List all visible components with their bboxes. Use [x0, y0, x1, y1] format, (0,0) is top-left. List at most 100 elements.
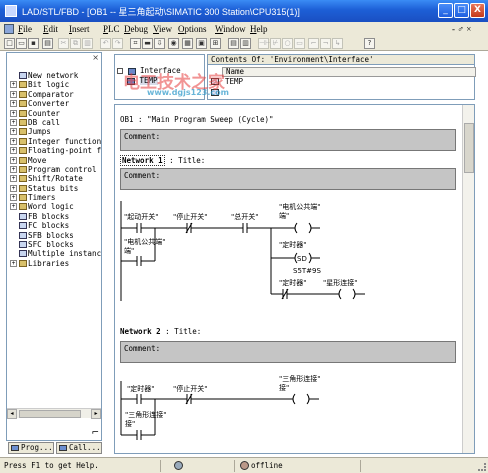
tree-item[interactable]: + Timers: [9, 193, 101, 202]
zoom-icon[interactable]: ⊞: [210, 38, 221, 49]
tree-item[interactable]: + Integer function: [9, 137, 101, 146]
tree-item[interactable]: + Libraries: [9, 259, 101, 268]
overview-icon[interactable]: ▦: [182, 38, 193, 49]
monitor-icon[interactable]: ◉: [168, 38, 179, 49]
undo-icon[interactable]: ↶: [100, 38, 111, 49]
coil-icon[interactable]: ○: [282, 38, 293, 49]
expand-icon[interactable]: +: [10, 194, 17, 202]
menu-window[interactable]: Window: [215, 24, 246, 34]
expand-icon[interactable]: +: [10, 156, 17, 164]
minimize-button[interactable]: _: [438, 3, 453, 18]
mdi-controls[interactable]: - ♂ ×: [452, 24, 471, 34]
pane-close-icon[interactable]: ×: [92, 53, 99, 62]
contact-delta-connection[interactable]: [136, 430, 142, 440]
save-icon[interactable]: ▪: [28, 38, 39, 49]
tree-item[interactable]: + Word logic: [9, 202, 101, 211]
expand-icon[interactable]: +: [10, 81, 17, 89]
contact-main-switch[interactable]: [242, 223, 248, 233]
tree-item[interactable]: + Shift/Rotate: [9, 174, 101, 183]
resize-grip[interactable]: [478, 463, 486, 471]
horizontal-scrollbar[interactable]: ◂ ▸: [7, 408, 101, 419]
tab-program-elements[interactable]: Prog...: [8, 442, 54, 454]
close-button[interactable]: X: [470, 3, 485, 18]
contact-no-icon[interactable]: ⊣⊢: [258, 38, 271, 49]
tree-item[interactable]: + Floating-point fc: [9, 146, 101, 155]
expand-icon[interactable]: +: [10, 259, 17, 267]
coil-delta-connection[interactable]: [292, 393, 310, 405]
scroll-thumb[interactable]: [464, 123, 474, 173]
open-icon[interactable]: ▭: [16, 38, 27, 49]
cut-icon[interactable]: ✂: [58, 38, 69, 49]
branch-close-icon[interactable]: ¬: [320, 38, 331, 49]
tree-item[interactable]: + Program control: [9, 165, 101, 174]
scroll-right-icon[interactable]: ▸: [91, 409, 101, 419]
menu-help[interactable]: Help: [250, 24, 268, 34]
expand-icon[interactable]: +: [10, 128, 17, 136]
print-icon[interactable]: ▤: [42, 38, 53, 49]
menu-options[interactable]: Options: [178, 24, 207, 34]
tab-call-structure[interactable]: Call...: [56, 442, 102, 454]
tree-item[interactable]: + Move: [9, 156, 101, 165]
tree-item[interactable]: FC blocks: [9, 221, 101, 230]
tree-item[interactable]: + Bit logic: [9, 80, 101, 89]
menu-file[interactable]: File: [18, 24, 32, 34]
contact-start-switch[interactable]: [136, 223, 142, 233]
block-view-icon[interactable]: ▥: [240, 38, 251, 49]
document-icon[interactable]: [4, 24, 14, 34]
context-help-icon[interactable]: ?: [364, 38, 375, 49]
maximize-button[interactable]: □: [454, 3, 469, 18]
tree-item[interactable]: SFB blocks: [9, 231, 101, 240]
expand-icon[interactable]: +: [10, 100, 17, 108]
copy-icon[interactable]: ⧉: [70, 38, 81, 49]
tree-item[interactable]: FB blocks: [9, 212, 101, 221]
menu-debug[interactable]: Debug: [124, 24, 148, 34]
table-row[interactable]: TEMP: [222, 77, 322, 87]
tree-item[interactable]: + Comparator: [9, 90, 101, 99]
vertical-scrollbar[interactable]: [462, 105, 474, 453]
tree-item[interactable]: SFC blocks: [9, 240, 101, 249]
coil-star-connection[interactable]: [338, 288, 356, 300]
column-header-name[interactable]: Name: [222, 67, 476, 77]
menu-insert[interactable]: Insert: [69, 24, 90, 34]
contact-motor-common[interactable]: [136, 256, 142, 266]
expand-icon[interactable]: +: [10, 184, 17, 192]
details-icon[interactable]: ▣: [196, 38, 207, 49]
tree-item[interactable]: + Counter: [9, 109, 101, 118]
coil-timer-sd[interactable]: SD: [294, 252, 312, 264]
tree-item[interactable]: + Converter: [9, 99, 101, 108]
app-icon[interactable]: [5, 5, 17, 17]
box-icon[interactable]: ▭: [294, 38, 305, 49]
tree-item[interactable]: + Status bits: [9, 184, 101, 193]
menu-edit[interactable]: Edit: [43, 24, 58, 34]
branch-open-icon[interactable]: ⌐: [308, 38, 319, 49]
tree-item[interactable]: New network: [9, 71, 101, 80]
ladder-editor[interactable]: OB1 : "Main Program Sweep (Cycle)" Comme…: [114, 104, 475, 454]
menu-plc[interactable]: PLC: [103, 24, 120, 34]
paste-icon[interactable]: ▥: [82, 38, 93, 49]
expand-icon[interactable]: +: [10, 137, 17, 145]
menu-view[interactable]: View: [153, 24, 172, 34]
tree-item[interactable]: + DB call: [9, 118, 101, 127]
redo-icon[interactable]: ↷: [112, 38, 123, 49]
tree-item[interactable]: Multiple instance: [9, 249, 101, 258]
contact-timer[interactable]: [136, 394, 142, 404]
expand-icon[interactable]: +: [10, 90, 17, 98]
tree-item[interactable]: + Jumps: [9, 127, 101, 136]
expand-icon[interactable]: +: [10, 109, 17, 117]
expand-icon[interactable]: +: [10, 118, 17, 126]
coil-motor-common[interactable]: [294, 222, 312, 234]
scroll-thumb[interactable]: [19, 410, 81, 418]
expand-icon[interactable]: +: [10, 203, 17, 211]
scroll-left-icon[interactable]: ◂: [7, 409, 17, 419]
expand-icon[interactable]: +: [10, 165, 17, 173]
insert-network-icon[interactable]: ▤: [228, 38, 239, 49]
pin-icon[interactable]: ⌐: [91, 428, 99, 438]
new-icon[interactable]: □: [4, 38, 15, 49]
expand-icon[interactable]: +: [10, 175, 17, 183]
connect-icon[interactable]: ↳: [332, 38, 343, 49]
offline-icon[interactable]: ▬: [142, 38, 153, 49]
download-icon[interactable]: ⇩: [154, 38, 165, 49]
online-icon[interactable]: ⌗: [130, 38, 141, 49]
expand-icon[interactable]: +: [10, 147, 17, 155]
contact-nc-icon[interactable]: ⊬: [270, 38, 281, 49]
